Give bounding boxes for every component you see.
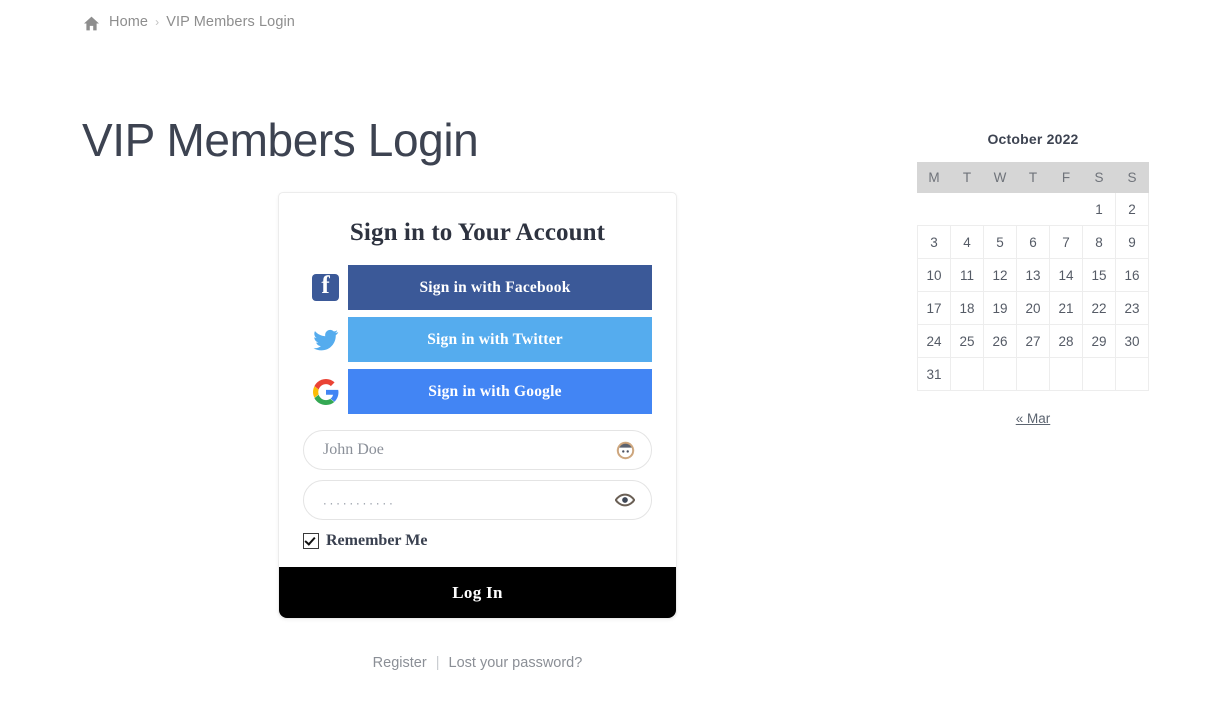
calendar-day-10[interactable]: 10 xyxy=(917,258,951,292)
calendar-empty-cell xyxy=(1082,357,1116,391)
calendar-weekday-6: S xyxy=(1115,162,1149,193)
breadcrumb-link-home[interactable]: Home xyxy=(109,14,148,30)
remember-me-row[interactable]: Remember Me xyxy=(303,532,676,567)
calendar-day-13[interactable]: 13 xyxy=(1016,258,1050,292)
calendar-day-7[interactable]: 7 xyxy=(1049,225,1083,259)
calendar-weekday-5: S xyxy=(1082,162,1116,193)
calendar-prev-month-link[interactable]: « Mar xyxy=(1016,411,1051,426)
lost-password-link[interactable]: Lost your password? xyxy=(449,655,583,671)
calendar-day-26[interactable]: 26 xyxy=(983,324,1017,358)
calendar-day-27[interactable]: 27 xyxy=(1016,324,1050,358)
remember-me-checkbox[interactable] xyxy=(303,533,319,549)
calendar-weekday-row: MTWTFSS xyxy=(917,162,1149,193)
calendar-weekday-2: W xyxy=(983,162,1017,193)
calendar-empty-cell xyxy=(983,357,1017,391)
password-input[interactable] xyxy=(303,480,652,520)
calendar-week-row: 12 xyxy=(917,192,1149,226)
page-title: VIP Members Login xyxy=(82,114,479,166)
eye-icon[interactable] xyxy=(615,490,635,510)
user-face-icon[interactable] xyxy=(615,440,635,460)
calendar-week-row: 17 18 19 20 21 22 23 xyxy=(917,291,1149,325)
calendar-day-16[interactable]: 16 xyxy=(1115,258,1149,292)
calendar-day-1[interactable]: 1 xyxy=(1082,192,1116,226)
calendar-day-4[interactable]: 4 xyxy=(950,225,984,259)
calendar-day-20[interactable]: 20 xyxy=(1016,291,1050,325)
log-in-button[interactable]: Log In xyxy=(279,567,676,618)
calendar-week-row: 3456789 xyxy=(917,225,1149,259)
calendar-nav: « Mar xyxy=(917,391,1149,426)
sign-in-with-google-button[interactable]: Sign in with Google xyxy=(303,369,652,414)
calendar-day-25[interactable]: 25 xyxy=(950,324,984,358)
calendar-day-6[interactable]: 6 xyxy=(1016,225,1050,259)
calendar-day-9[interactable]: 9 xyxy=(1115,225,1149,259)
calendar-weekday-1: T xyxy=(950,162,984,193)
facebook-icon xyxy=(303,265,348,310)
calendar-day-29[interactable]: 29 xyxy=(1082,324,1116,358)
twitter-button-label: Sign in with Twitter xyxy=(427,330,563,348)
card-title: Sign in to Your Account xyxy=(349,219,606,246)
sign-in-with-twitter-button[interactable]: Sign in with Twitter xyxy=(303,317,652,362)
calendar-day-31[interactable]: 31 xyxy=(917,357,951,391)
calendar-empty-cell xyxy=(1049,192,1083,226)
username-input[interactable] xyxy=(303,430,652,470)
login-card-footer: Register | Lost your password? xyxy=(278,655,677,671)
calendar-day-12[interactable]: 12 xyxy=(983,258,1017,292)
home-icon xyxy=(83,16,100,31)
register-link[interactable]: Register xyxy=(373,655,427,671)
calendar-empty-cell xyxy=(983,192,1017,226)
calendar-week-row: 31 xyxy=(917,357,1149,391)
facebook-button-label: Sign in with Facebook xyxy=(419,278,571,296)
calendar-day-21[interactable]: 21 xyxy=(1049,291,1083,325)
remember-me-label: Remember Me xyxy=(326,532,428,549)
twitter-icon xyxy=(303,317,348,362)
calendar-day-28[interactable]: 28 xyxy=(1049,324,1083,358)
calendar-day-24[interactable]: 24 xyxy=(917,324,951,358)
calendar-week-row: 10 11 12 13 14 15 16 xyxy=(917,258,1149,292)
calendar-weekday-0: M xyxy=(917,162,951,193)
calendar-empty-cell xyxy=(950,192,984,226)
calendar-day-30[interactable]: 30 xyxy=(1115,324,1149,358)
calendar-day-15[interactable]: 15 xyxy=(1082,258,1116,292)
breadcrumb-current: VIP Members Login xyxy=(166,14,295,30)
footer-divider: | xyxy=(435,655,440,671)
calendar-day-5[interactable]: 5 xyxy=(983,225,1017,259)
google-button-label: Sign in with Google xyxy=(428,382,562,400)
username-field-wrapper xyxy=(303,430,652,470)
login-card: Sign in to Your Account Sign in with Fac… xyxy=(278,192,677,619)
calendar-caption: October 2022 xyxy=(987,131,1079,147)
calendar-weekday-4: F xyxy=(1049,162,1083,193)
breadcrumb-separator: › xyxy=(155,15,160,29)
calendar-day-19[interactable]: 19 xyxy=(983,291,1017,325)
calendar-empty-cell xyxy=(917,192,951,226)
calendar-day-22[interactable]: 22 xyxy=(1082,291,1116,325)
calendar-day-2[interactable]: 2 xyxy=(1115,192,1149,226)
calendar-empty-cell xyxy=(1016,357,1050,391)
calendar-weekday-3: T xyxy=(1016,162,1050,193)
calendar-empty-cell xyxy=(950,357,984,391)
calendar-empty-cell xyxy=(1049,357,1083,391)
breadcrumb: Home › VIP Members Login xyxy=(83,14,295,30)
calendar-week-row: 24 25 26 27 28 29 30 xyxy=(917,324,1149,358)
calendar-day-11[interactable]: 11 xyxy=(950,258,984,292)
calendar-day-8[interactable]: 8 xyxy=(1082,225,1116,259)
calendar-day-14[interactable]: 14 xyxy=(1049,258,1083,292)
calendar-day-3[interactable]: 3 xyxy=(917,225,951,259)
calendar-widget: October 2022 MTWTFSS 1 2 3 4 5 6 7 8 9 10 11 12 13 14… xyxy=(917,131,1149,426)
social-login-list: Sign in with Facebook Sign in with Twitt… xyxy=(279,265,676,414)
password-field-wrapper: ........... xyxy=(303,480,652,520)
calendar-day-23[interactable]: 23 xyxy=(1115,291,1149,325)
calendar-empty-cell xyxy=(1115,357,1149,391)
sign-in-with-facebook-button[interactable]: Sign in with Facebook xyxy=(303,265,652,310)
calendar-table: MTWTFSS 1 2 3 4 5 6 7 8 9 10 11 12 13 14 15 16 17 18 19 20 2… xyxy=(917,162,1149,391)
calendar-day-17[interactable]: 17 xyxy=(917,291,951,325)
calendar-day-18[interactable]: 18 xyxy=(950,291,984,325)
google-icon xyxy=(303,369,348,414)
calendar-empty-cell xyxy=(1016,192,1050,226)
